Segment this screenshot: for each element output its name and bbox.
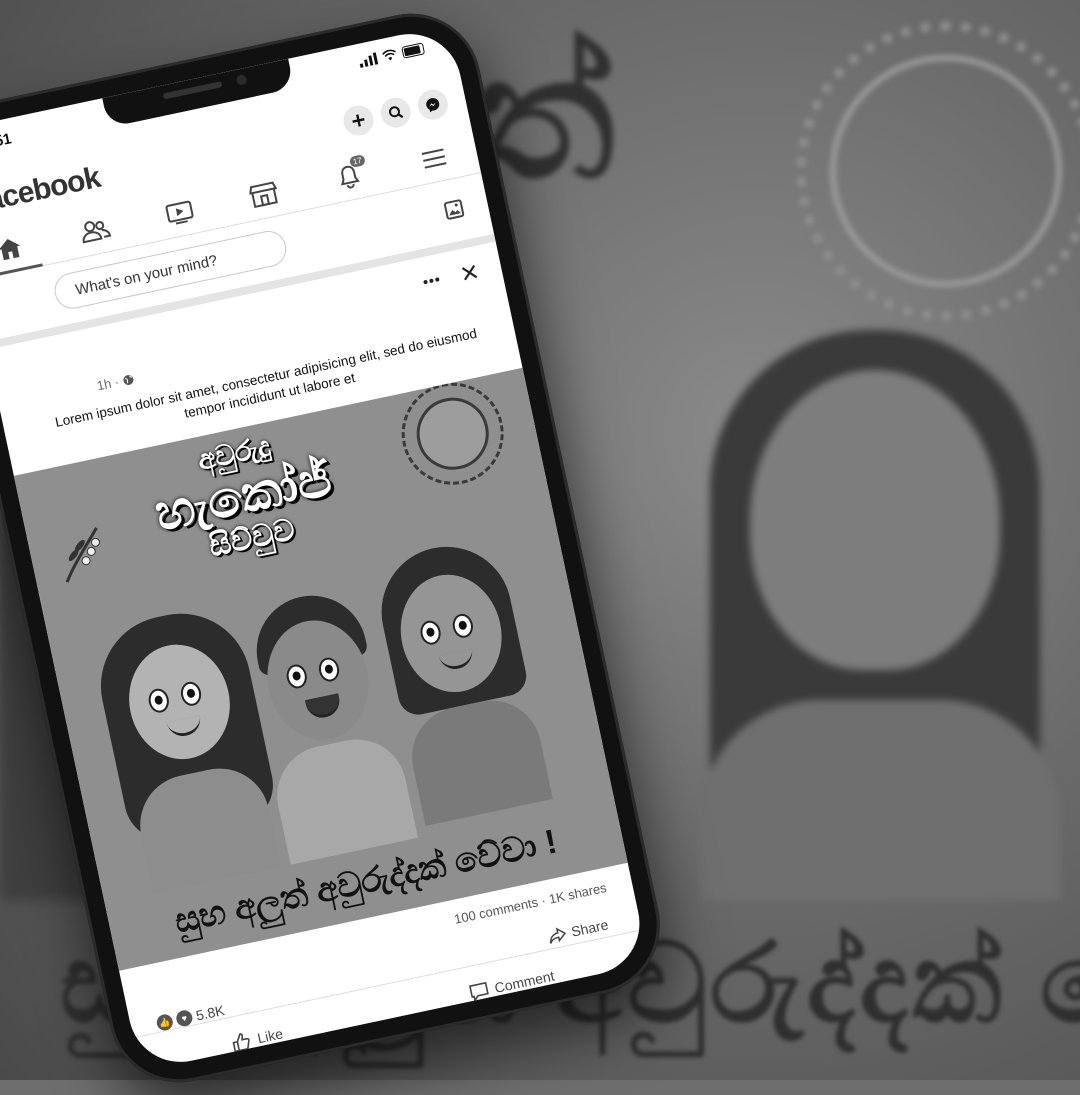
tab-marketplace[interactable]: [231, 167, 297, 222]
search-icon: [388, 106, 404, 119]
photo-button[interactable]: [442, 198, 467, 227]
home-icon: [0, 238, 21, 261]
share-icon: [549, 927, 566, 944]
image-title: අවුරුදු හැකෝජ් සිව්වුව: [124, 417, 363, 576]
video-icon: [165, 200, 194, 225]
sun-illustration: [409, 391, 496, 477]
friends-icon: [82, 221, 112, 244]
photo-icon: [443, 199, 465, 220]
background-sun: [796, 21, 1080, 321]
battery-icon: [401, 42, 426, 59]
create-button[interactable]: [340, 102, 377, 139]
tab-watch[interactable]: [146, 185, 212, 240]
hamburger-icon: [421, 148, 447, 169]
search-button[interactable]: [377, 94, 414, 131]
globe-icon: [123, 374, 134, 385]
shop-icon: [249, 181, 279, 208]
tab-home[interactable]: [0, 221, 43, 276]
bell-icon: [340, 165, 360, 189]
status-icons: [358, 42, 426, 68]
tab-friends[interactable]: [62, 203, 128, 258]
background-girl: [690, 300, 1080, 900]
plus-icon: [352, 114, 365, 127]
post-meta: 1h ·: [95, 371, 136, 394]
messenger-icon: [426, 98, 440, 113]
more-options-icon[interactable]: [422, 276, 441, 286]
post-time: 1h ·: [95, 374, 121, 394]
messenger-button[interactable]: [415, 86, 451, 123]
flower-illustration: [65, 527, 100, 583]
post-image[interactable]: අවුරුදු හැකෝජ් සිව්වුව සුභ අලුත් අවුරුද්…: [13, 367, 628, 971]
tab-notifications[interactable]: 17: [316, 149, 382, 204]
notification-badge: 17: [348, 154, 366, 168]
tab-menu[interactable]: [401, 131, 467, 186]
close-icon[interactable]: [460, 263, 479, 282]
status-time: 11:51: [0, 130, 13, 155]
signal-icon: [358, 52, 379, 68]
wifi-icon: [382, 49, 396, 61]
